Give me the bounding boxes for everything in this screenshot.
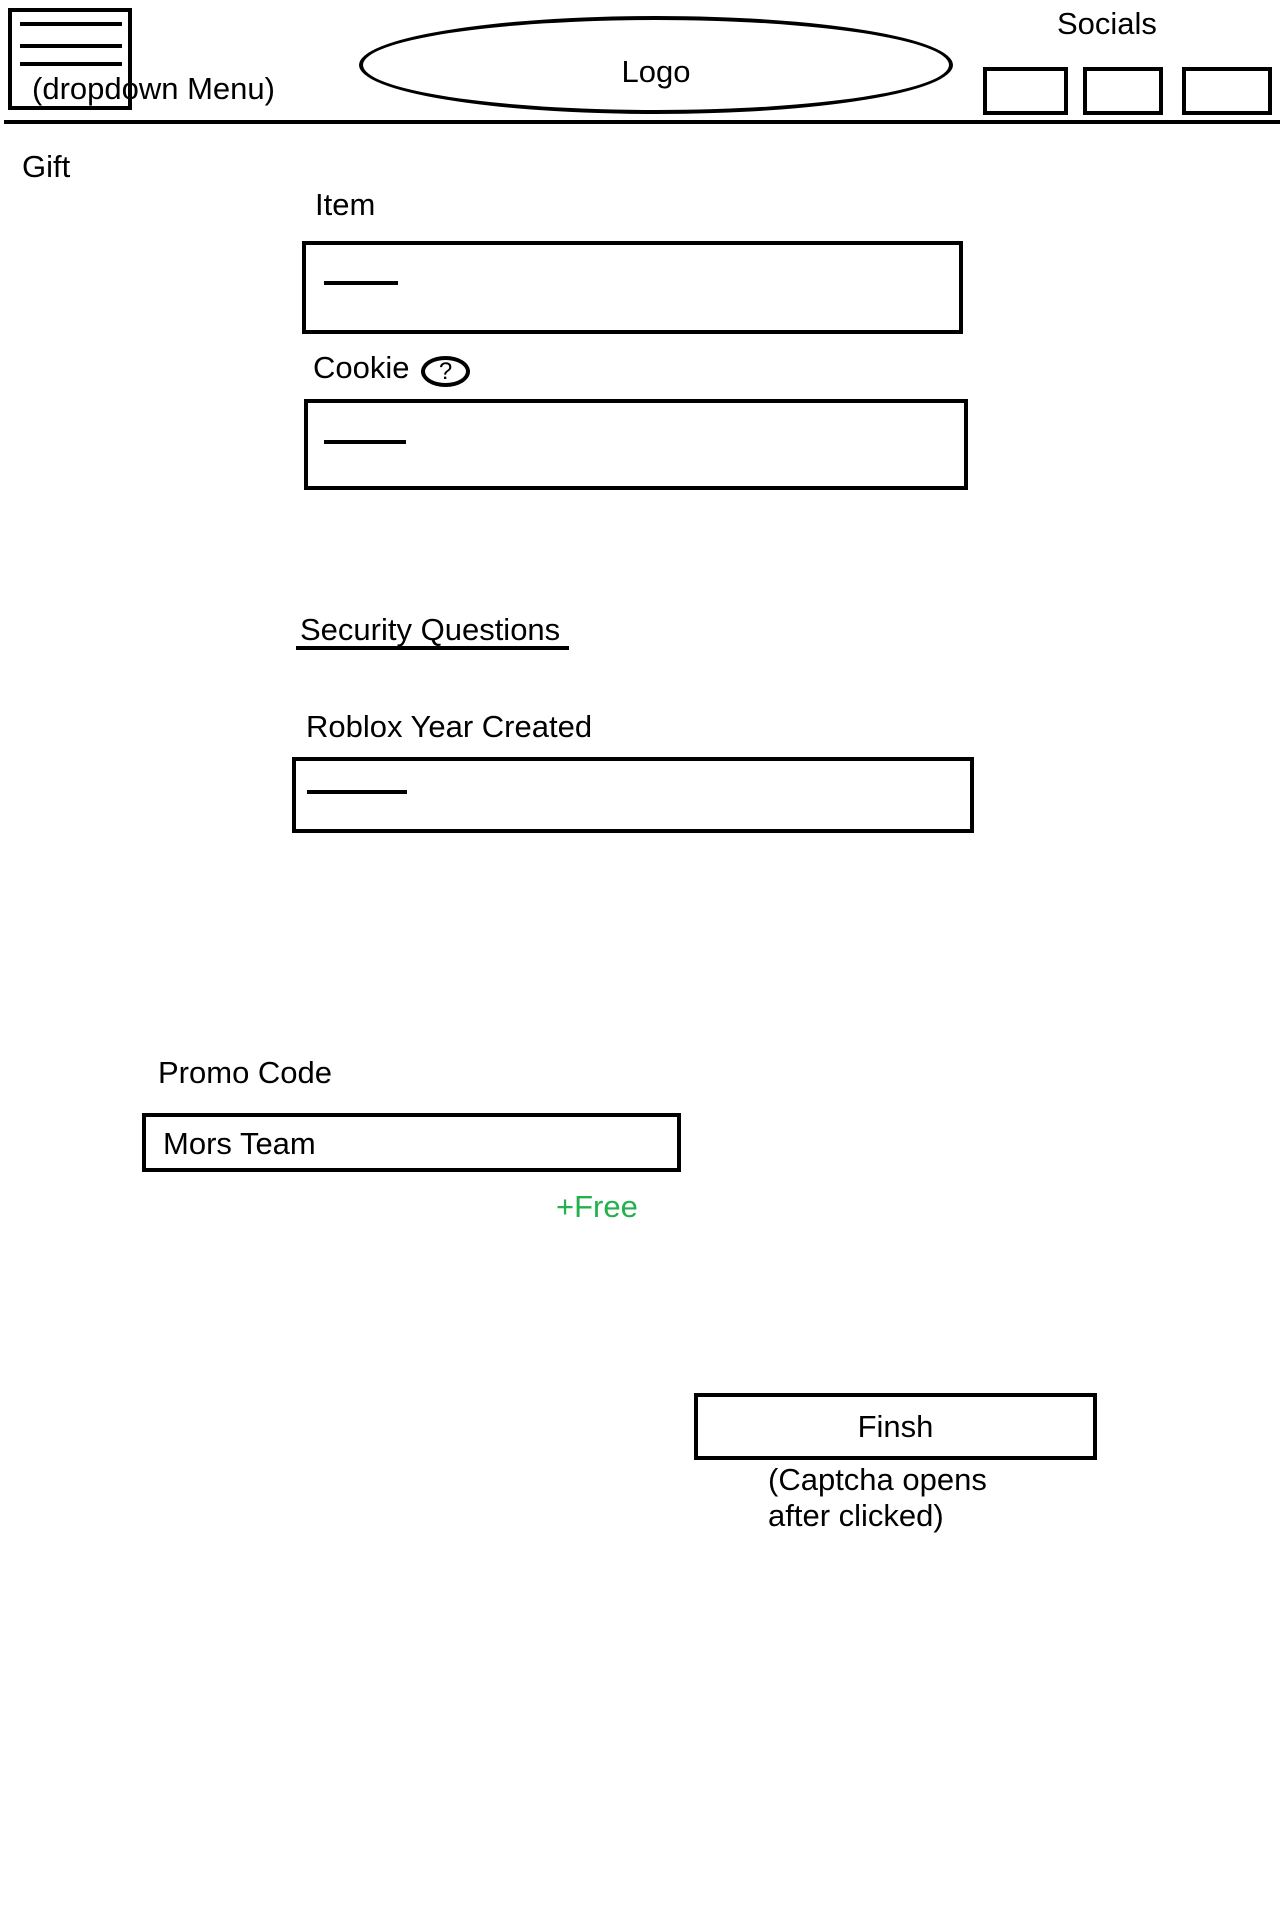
input-placeholder-line xyxy=(324,440,406,444)
captcha-note: (Captcha opens after clicked) xyxy=(768,1462,987,1534)
social-icon-3[interactable] xyxy=(1182,67,1272,115)
cookie-input[interactable] xyxy=(304,399,968,490)
menu-line-icon xyxy=(20,62,122,66)
social-icon-2[interactable] xyxy=(1083,67,1163,115)
socials-label: Socials xyxy=(1057,6,1157,41)
menu-line-icon xyxy=(20,22,122,26)
promo-code-label: Promo Code xyxy=(158,1055,333,1090)
item-input[interactable] xyxy=(302,241,963,334)
promo-code-value: Mors Team xyxy=(163,1126,316,1161)
logo-text: Logo xyxy=(621,54,691,89)
social-icon-1[interactable] xyxy=(983,67,1068,115)
promo-bonus-text: +Free xyxy=(556,1189,638,1224)
input-placeholder-line xyxy=(324,281,398,285)
help-icon[interactable]: ? xyxy=(421,356,470,387)
dropdown-menu-label: (dropdown Menu) xyxy=(32,71,275,106)
promo-code-input[interactable]: Mors Team xyxy=(142,1113,681,1172)
cookie-label: Cookie xyxy=(313,350,410,385)
captcha-note-line-1: (Captcha opens xyxy=(768,1462,987,1497)
captcha-note-line-2: after clicked) xyxy=(768,1498,944,1533)
year-created-label: Roblox Year Created xyxy=(306,709,593,744)
logo[interactable]: Logo xyxy=(359,16,953,114)
finish-button-label: Finsh xyxy=(857,1409,934,1444)
gift-section-label: Gift xyxy=(22,149,71,184)
input-placeholder-line xyxy=(307,790,407,794)
security-questions-underline xyxy=(296,646,569,650)
security-questions-heading[interactable]: Security Questions xyxy=(300,614,560,645)
header-divider xyxy=(4,120,1280,124)
year-created-input[interactable] xyxy=(292,757,974,833)
finish-button[interactable]: Finsh xyxy=(694,1393,1097,1460)
menu-line-icon xyxy=(20,44,122,48)
item-label: Item xyxy=(315,187,376,222)
